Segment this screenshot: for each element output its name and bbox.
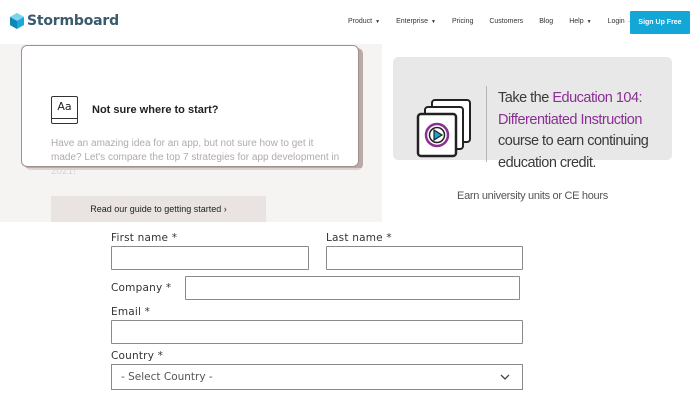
chevron-down-icon: ▼ [430,18,436,25]
nav-blog-label: Blog [539,18,554,25]
video-course-icon [416,99,471,158]
last-name-label: Last name * [326,232,392,244]
country-select-value: - Select Country - [121,371,213,383]
stormboard-logo[interactable]: Stormboard [10,13,119,29]
last-name-input[interactable] [326,246,523,270]
nav-blog[interactable]: Blog [539,18,553,25]
country-select[interactable]: - Select Country - [111,364,523,390]
nav-product-label: Product [348,18,373,25]
card-fade [21,168,382,188]
company-label: Company * [111,282,172,294]
nav-pricing[interactable]: Pricing [452,18,473,25]
site-header: Stormboard Product ▼ Enterprise ▼ Pricin… [0,0,700,44]
nav-enterprise-label: Enterprise [396,18,428,25]
logo-text: Stormboard [27,13,119,29]
chevron-down-icon [500,374,510,380]
promo-caption: Earn university units or CE hours [457,190,608,202]
chevron-down-icon: ▼ [586,18,592,25]
main-nav: Product ▼ Enterprise ▼ Pricing Customers… [348,18,634,25]
email-input[interactable] [111,320,523,344]
promo-divider [486,86,487,162]
typography-book-icon: Aa [51,96,78,124]
nav-help[interactable]: Help ▼ [569,18,591,25]
company-input[interactable] [185,276,520,300]
sign-up-button[interactable]: Sign Up Free [630,11,690,34]
chevron-down-icon: ▼ [375,18,381,25]
nav-product[interactable]: Product ▼ [348,18,380,25]
nav-help-label: Help [569,18,584,25]
nav-customers[interactable]: Customers [489,18,523,25]
nav-customers-label: Customers [489,18,524,25]
country-label: Country * [111,350,164,362]
promo-text: Take the Education 104: Differentiated I… [498,88,673,174]
promo-text-after: course to earn continuing education cred… [498,133,649,171]
first-name-label: First name * [111,232,178,244]
logo-mark-icon [10,13,24,29]
first-name-input[interactable] [111,246,309,270]
card-title: Not sure where to start? [92,104,219,116]
read-guide-button[interactable]: Read our guide to getting started › [51,196,266,222]
nav-enterprise[interactable]: Enterprise ▼ [396,18,436,25]
nav-pricing-label: Pricing [451,18,474,25]
email-label: Email * [111,306,151,318]
promo-text-before: Take the [498,90,553,106]
